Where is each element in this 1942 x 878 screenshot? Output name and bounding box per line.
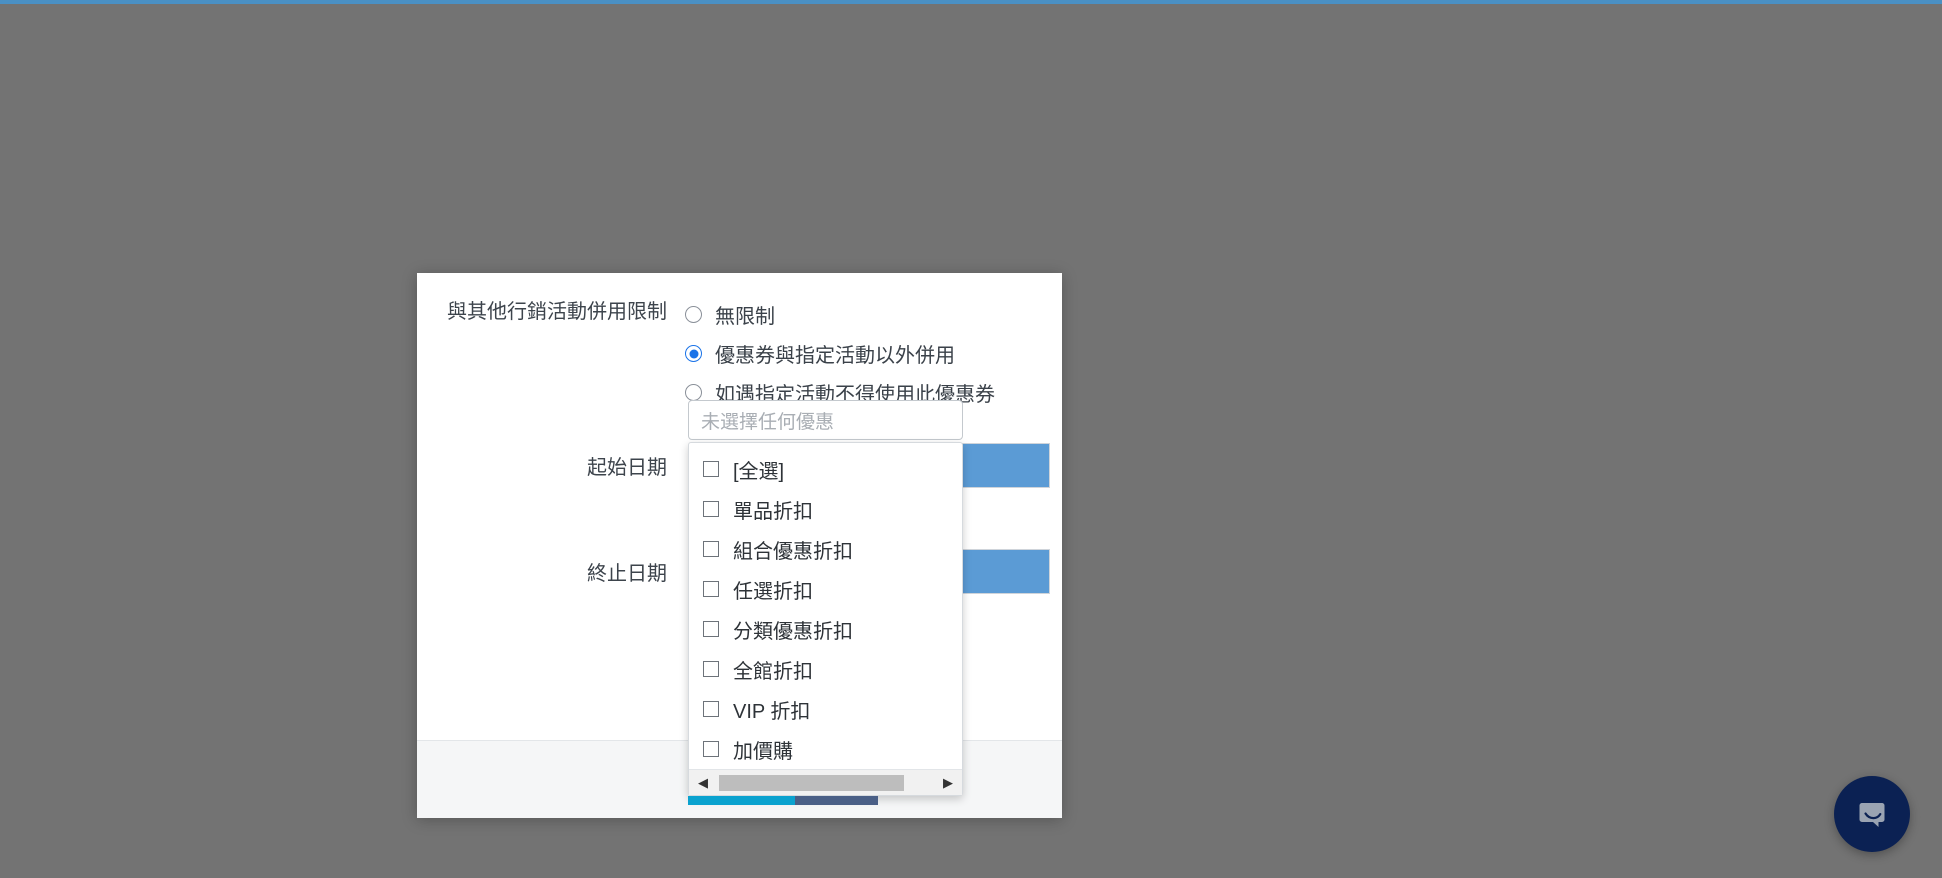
- progress-indicator: [688, 796, 878, 805]
- promo-multiselect-placeholder: 未選擇任何優惠: [701, 411, 835, 433]
- checkbox-box[interactable]: [703, 501, 719, 517]
- promo-option-bundle[interactable]: 組合優惠折扣: [689, 529, 962, 569]
- combine-limit-radio-group: 無限制 優惠券與指定活動以外併用 如遇指定活動不得使用此優惠券: [685, 295, 995, 412]
- promo-option-label: VIP 折扣: [733, 700, 811, 723]
- promo-option-label: 任選折扣: [733, 580, 813, 603]
- checkbox-box[interactable]: [703, 741, 719, 757]
- checkbox-box[interactable]: [703, 581, 719, 597]
- checkbox-box[interactable]: [703, 541, 719, 557]
- checkbox-box[interactable]: [703, 461, 719, 477]
- promo-option-vip[interactable]: VIP 折扣: [689, 689, 962, 729]
- scrollbar-track[interactable]: [713, 774, 938, 791]
- promo-option-label: 單品折扣: [733, 500, 813, 523]
- top-accent-rule: [0, 0, 1942, 4]
- promo-multiselect: 未選擇任何優惠 [全選] 單品折扣 組合優惠折扣 任選折扣 分類優惠折扣 全館折…: [688, 400, 963, 805]
- radio-label: 無限制: [715, 306, 775, 328]
- radio-option-combine-except[interactable]: 優惠券與指定活動以外併用: [685, 334, 995, 373]
- radio-circle-selected[interactable]: [685, 345, 702, 362]
- promo-option-select-all[interactable]: [全選]: [689, 449, 962, 489]
- promo-option-addon[interactable]: 加價購: [689, 729, 962, 769]
- radio-label: 優惠券與指定活動以外併用: [715, 345, 955, 367]
- promo-option-label: 全館折扣: [733, 660, 813, 683]
- scroll-right-arrow-icon[interactable]: ▶: [938, 775, 958, 791]
- promo-multiselect-panel: [全選] 單品折扣 組合優惠折扣 任選折扣 分類優惠折扣 全館折扣 VIP 折扣…: [688, 442, 963, 796]
- modal-row-combine-limit: 與其他行銷活動併用限制 無限制 優惠券與指定活動以外併用 如遇指定活動不得使用此…: [417, 273, 1062, 412]
- scrollbar-thumb[interactable]: [719, 774, 904, 791]
- checkbox-box[interactable]: [703, 661, 719, 677]
- promo-option-label: 組合優惠折扣: [733, 540, 853, 563]
- checkbox-box[interactable]: [703, 701, 719, 717]
- progress-segment-primary: [688, 796, 795, 805]
- promo-option-storewide[interactable]: 全館折扣: [689, 649, 962, 689]
- start-date-label: 起始日期: [587, 456, 667, 479]
- radio-circle[interactable]: [685, 306, 702, 323]
- promo-option-label: [全選]: [733, 460, 785, 483]
- progress-segment-secondary: [795, 796, 878, 805]
- scroll-left-arrow-icon[interactable]: ◀: [693, 775, 713, 791]
- promo-option-single-item[interactable]: 單品折扣: [689, 489, 962, 529]
- app-root: CYBERB Z: [0, 0, 1942, 878]
- radio-option-unlimited[interactable]: 無限制: [685, 295, 995, 334]
- radio-circle[interactable]: [685, 384, 702, 401]
- promo-option-category[interactable]: 分類優惠折扣: [689, 609, 962, 649]
- promo-option-label: 加價購: [733, 740, 793, 763]
- intercom-chat-launcher[interactable]: [1834, 776, 1910, 852]
- checkbox-box[interactable]: [703, 621, 719, 637]
- end-date-label: 終止日期: [587, 562, 667, 585]
- promo-option-label: 分類優惠折扣: [733, 620, 853, 643]
- combine-limit-label: 與其他行銷活動併用限制: [447, 301, 667, 323]
- promo-option-choice[interactable]: 任選折扣: [689, 569, 962, 609]
- promo-horizontal-scrollbar[interactable]: ◀ ▶: [689, 769, 962, 795]
- promo-multiselect-field[interactable]: 未選擇任何優惠: [688, 400, 963, 440]
